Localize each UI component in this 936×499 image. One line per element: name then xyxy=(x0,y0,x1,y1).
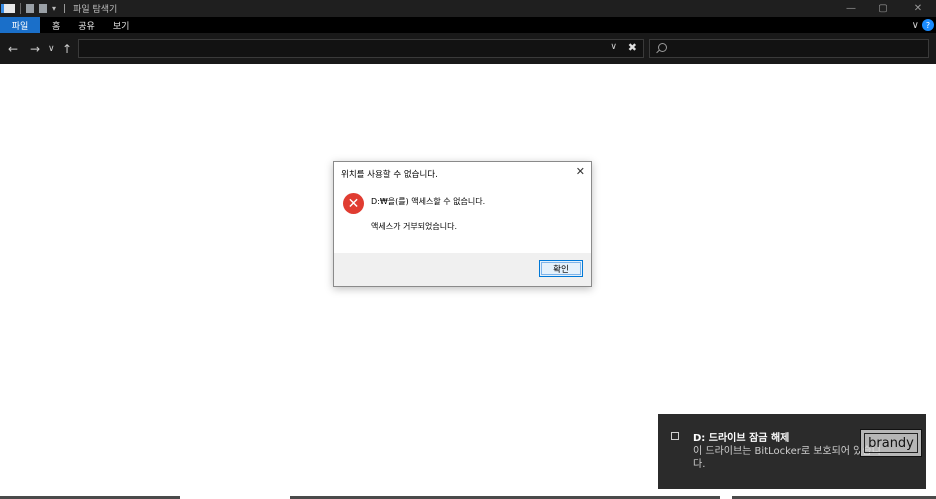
dialog-close-icon[interactable]: ✕ xyxy=(576,165,585,178)
ok-button[interactable]: 확인 xyxy=(539,260,583,277)
error-dialog: 위치를 사용할 수 없습니다. ✕ ✕ D:₩을(를) 액세스할 수 없습니다.… xyxy=(333,161,592,287)
up-button[interactable]: ↑ xyxy=(62,33,72,64)
address-bar[interactable]: ∨ ✖ xyxy=(78,39,644,58)
dialog-footer: 확인 xyxy=(334,253,591,286)
new-folder-icon[interactable] xyxy=(39,4,47,13)
help-icon[interactable]: ? xyxy=(922,19,934,31)
error-detail: 액세스가 거부되었습니다. xyxy=(371,222,458,231)
recent-locations-button[interactable]: ∨ xyxy=(48,33,55,64)
search-input[interactable] xyxy=(649,39,929,58)
back-button[interactable]: ← xyxy=(8,33,18,64)
error-message: D:₩을(를) 액세스할 수 없습니다. xyxy=(371,197,486,206)
error-icon: ✕ xyxy=(343,193,364,214)
title-bar: ▾ | 파일 탐색기 — ▢ ✕ xyxy=(0,0,936,17)
drive-icon xyxy=(671,432,679,440)
watermark-text: brandy xyxy=(864,433,918,453)
tab-file[interactable]: 파일 xyxy=(0,17,40,33)
ribbon-tabs: 파일 홈 공유 보기 ∨ ? xyxy=(0,17,936,33)
minimize-button[interactable]: — xyxy=(835,0,867,17)
refresh-icon[interactable]: ✖ xyxy=(628,41,637,54)
tab-home[interactable]: 홈 xyxy=(40,19,69,32)
forward-button[interactable]: → xyxy=(30,33,40,64)
properties-icon[interactable] xyxy=(26,4,34,13)
window-title: 파일 탐색기 xyxy=(73,5,118,15)
file-explorer-icon[interactable] xyxy=(1,4,15,13)
toolbar-separator xyxy=(20,3,21,14)
expand-ribbon-icon[interactable]: ∨ xyxy=(912,17,919,33)
notification-title: D: 드라이브 잠금 해제 xyxy=(693,433,790,444)
close-button[interactable]: ✕ xyxy=(902,0,934,17)
address-dropdown-icon[interactable]: ∨ xyxy=(610,42,617,52)
tab-view[interactable]: 보기 xyxy=(104,19,139,32)
maximize-button[interactable]: ▢ xyxy=(867,0,899,17)
search-icon xyxy=(658,43,667,52)
customize-toolbar-icon[interactable]: ▾ xyxy=(52,4,56,13)
quick-access-toolbar: ▾ | 파일 탐색기 xyxy=(0,0,122,17)
tab-share[interactable]: 공유 xyxy=(69,19,104,32)
navigation-bar: ← → ∨ ↑ ∨ ✖ xyxy=(0,33,936,64)
watermark-badge: brandy xyxy=(860,429,922,457)
dialog-title: 위치를 사용할 수 없습니다. xyxy=(341,170,438,180)
bitlocker-notification[interactable]: D: 드라이브 잠금 해제 이 드라이브는 BitLocker로 보호되어 있습… xyxy=(658,414,926,489)
title-separator: | xyxy=(63,3,67,14)
